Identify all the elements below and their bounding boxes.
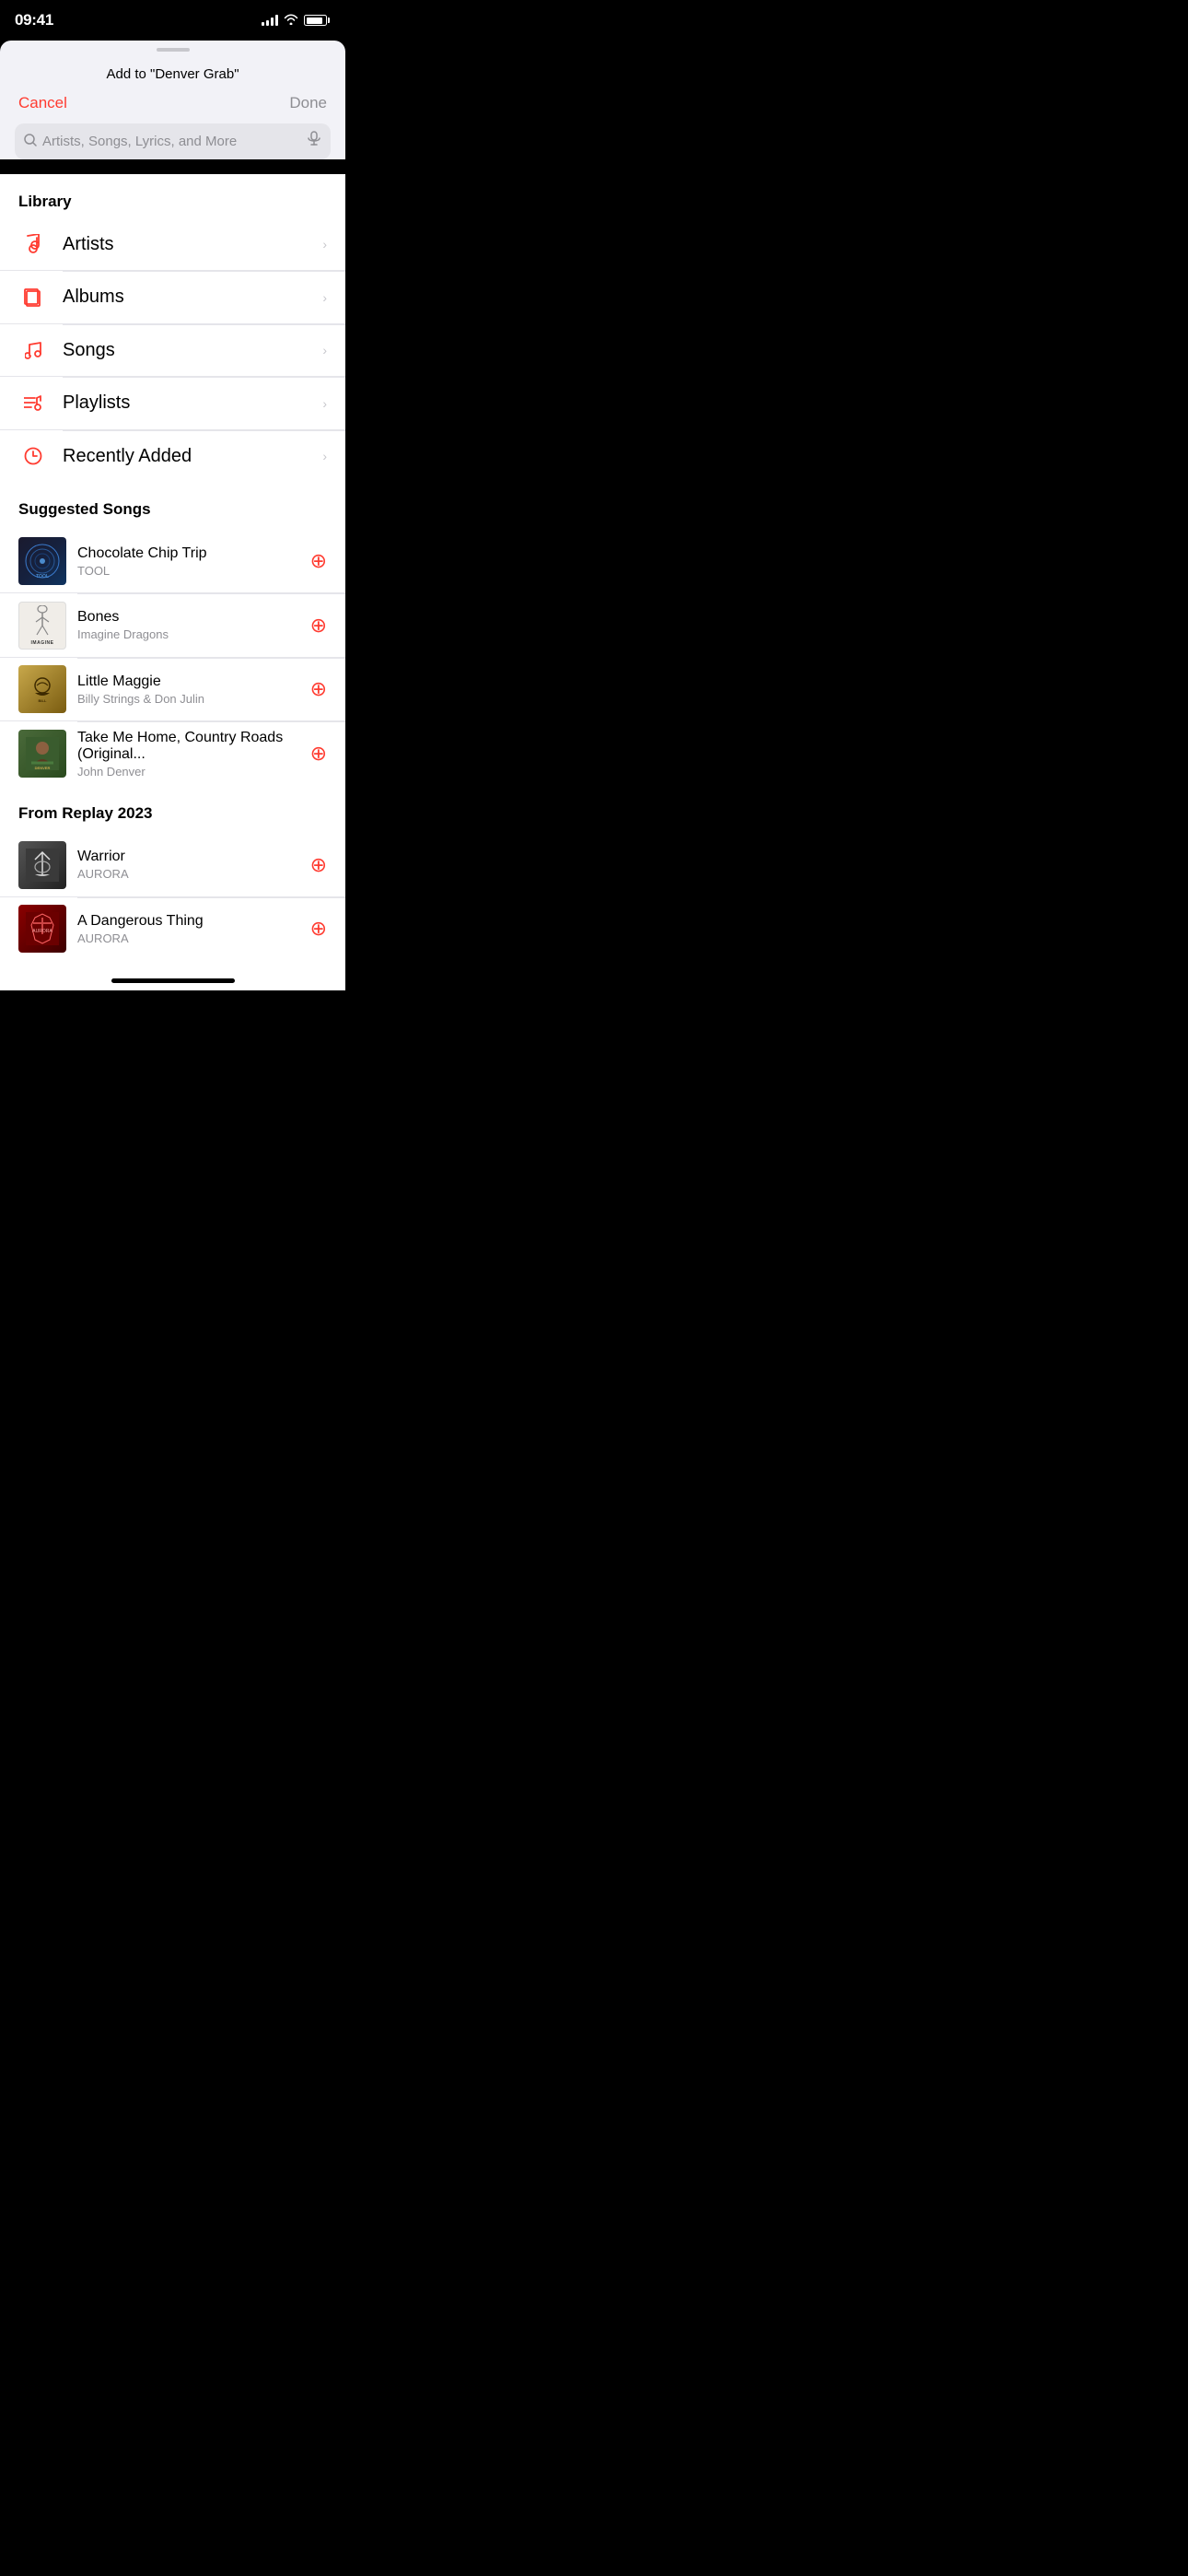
song-title-take-me-home: Take Me Home, Country Roads (Original...: [77, 730, 303, 763]
suggested-songs-header: Suggested Songs: [0, 497, 345, 530]
add-button-bones[interactable]: ⊕: [310, 614, 327, 638]
suggested-songs-list: TOOL Chocolate Chip Trip TOOL ⊕: [0, 530, 345, 786]
sheet-container: Add to "Denver Grab" Cancel Done: [0, 52, 345, 159]
mic-icon[interactable]: [307, 131, 321, 152]
cancel-button[interactable]: Cancel: [18, 94, 67, 112]
song-item-take-me-home[interactable]: DENVER Take Me Home, Country Roads (Orig…: [0, 722, 345, 786]
suggested-songs-section: Suggested Songs TOOL: [0, 497, 345, 786]
library-item-playlists[interactable]: Playlists ›: [0, 378, 345, 430]
done-button[interactable]: Done: [289, 94, 327, 112]
album-art-dangerous-thing: AURORA: [18, 905, 66, 953]
album-art-chocolate-chip-trip: TOOL: [18, 537, 66, 585]
album-art-bones: IMAGINE: [18, 602, 66, 650]
add-button-take-me-home[interactable]: ⊕: [310, 742, 327, 766]
album-art-little-maggie: BILL: [18, 665, 66, 713]
playlists-chevron: ›: [322, 396, 327, 411]
song-artist-warrior: AURORA: [77, 867, 303, 881]
main-content: Library Artists › Albums ›: [0, 174, 345, 990]
albums-label: Albums: [63, 287, 322, 308]
search-input[interactable]: [42, 134, 301, 149]
playlists-icon: [18, 389, 48, 418]
status-time: 09:41: [15, 11, 53, 29]
sheet-title: Add to "Denver Grab": [106, 66, 239, 82]
song-info-dangerous-thing: A Dangerous Thing AURORA: [77, 913, 303, 945]
song-info-chocolate-chip-trip: Chocolate Chip Trip TOOL: [77, 545, 303, 578]
song-artist-dangerous-thing: AURORA: [77, 931, 303, 945]
recently-added-icon: [18, 441, 48, 471]
signal-bars-icon: [262, 15, 278, 26]
battery-icon: [304, 15, 327, 26]
album-art-warrior: [18, 841, 66, 889]
library-item-recently-added[interactable]: Recently Added ›: [0, 430, 345, 482]
library-item-songs[interactable]: Songs ›: [0, 324, 345, 377]
library-section-title: Library: [18, 193, 72, 210]
song-artist-take-me-home: John Denver: [77, 765, 303, 779]
replay-section-header: From Replay 2023: [0, 801, 345, 834]
svg-text:DENVER: DENVER: [35, 766, 51, 770]
suggested-songs-title: Suggested Songs: [18, 500, 151, 518]
albums-icon: [18, 283, 48, 312]
song-title-bones: Bones: [77, 609, 303, 626]
replay-songs-list: Warrior AURORA ⊕ AURORA: [0, 834, 345, 961]
search-bar[interactable]: [15, 123, 331, 159]
song-info-warrior: Warrior AURORA: [77, 849, 303, 881]
song-item-chocolate-chip-trip[interactable]: TOOL Chocolate Chip Trip TOOL ⊕: [0, 530, 345, 593]
add-button-little-maggie[interactable]: ⊕: [310, 677, 327, 701]
home-bar: [111, 978, 235, 983]
recently-added-chevron: ›: [322, 449, 327, 463]
svg-text:BILL: BILL: [39, 698, 47, 703]
song-item-little-maggie[interactable]: BILL Little Maggie Billy Strings & Don J…: [0, 658, 345, 721]
svg-text:TOOL: TOOL: [36, 574, 49, 580]
library-section-header: Library: [0, 174, 345, 218]
song-info-bones: Bones Imagine Dragons: [77, 609, 303, 641]
status-bar: 09:41: [0, 0, 345, 41]
artists-icon: [18, 229, 48, 259]
song-title-little-maggie: Little Maggie: [77, 673, 303, 690]
song-item-dangerous-thing[interactable]: AURORA A Dangerous Thing AURORA ⊕: [0, 897, 345, 960]
album-art-take-me-home: DENVER: [18, 730, 66, 778]
songs-label: Songs: [63, 340, 322, 361]
replay-section-title: From Replay 2023: [18, 804, 153, 822]
song-item-bones[interactable]: IMAGINE Bones Imagine Dragons ⊕: [0, 594, 345, 658]
library-item-artists[interactable]: Artists ›: [0, 218, 345, 271]
sheet-handle-area: [0, 41, 345, 52]
status-icons: [262, 13, 327, 28]
song-artist-bones: Imagine Dragons: [77, 627, 303, 641]
song-info-little-maggie: Little Maggie Billy Strings & Don Julin: [77, 673, 303, 706]
songs-chevron: ›: [322, 343, 327, 357]
artists-chevron: ›: [322, 237, 327, 252]
add-button-warrior[interactable]: ⊕: [310, 853, 327, 877]
search-icon: [24, 134, 37, 149]
sheet-header: Add to "Denver Grab": [0, 52, 345, 90]
library-item-albums[interactable]: Albums ›: [0, 272, 345, 324]
song-artist-chocolate-chip-trip: TOOL: [77, 564, 303, 578]
replay-section: From Replay 2023: [0, 801, 345, 961]
song-info-take-me-home: Take Me Home, Country Roads (Original...…: [77, 730, 303, 779]
library-list: Artists › Albums ›: [0, 218, 345, 482]
song-title-dangerous-thing: A Dangerous Thing: [77, 913, 303, 930]
sheet-actions: Cancel Done: [0, 90, 345, 123]
artists-label: Artists: [63, 234, 322, 255]
wifi-icon: [284, 13, 298, 28]
songs-icon: [18, 335, 48, 365]
add-button-chocolate-chip-trip[interactable]: ⊕: [310, 549, 327, 573]
song-item-warrior[interactable]: Warrior AURORA ⊕: [0, 834, 345, 897]
albums-chevron: ›: [322, 290, 327, 305]
sheet-handle: [157, 48, 190, 52]
home-indicator: [0, 960, 345, 990]
song-title-warrior: Warrior: [77, 849, 303, 865]
song-artist-little-maggie: Billy Strings & Don Julin: [77, 692, 303, 706]
playlists-label: Playlists: [63, 392, 322, 414]
song-title-chocolate-chip-trip: Chocolate Chip Trip: [77, 545, 303, 562]
add-button-dangerous-thing[interactable]: ⊕: [310, 917, 327, 941]
svg-text:AURORA: AURORA: [32, 929, 52, 934]
recently-added-label: Recently Added: [63, 446, 322, 467]
